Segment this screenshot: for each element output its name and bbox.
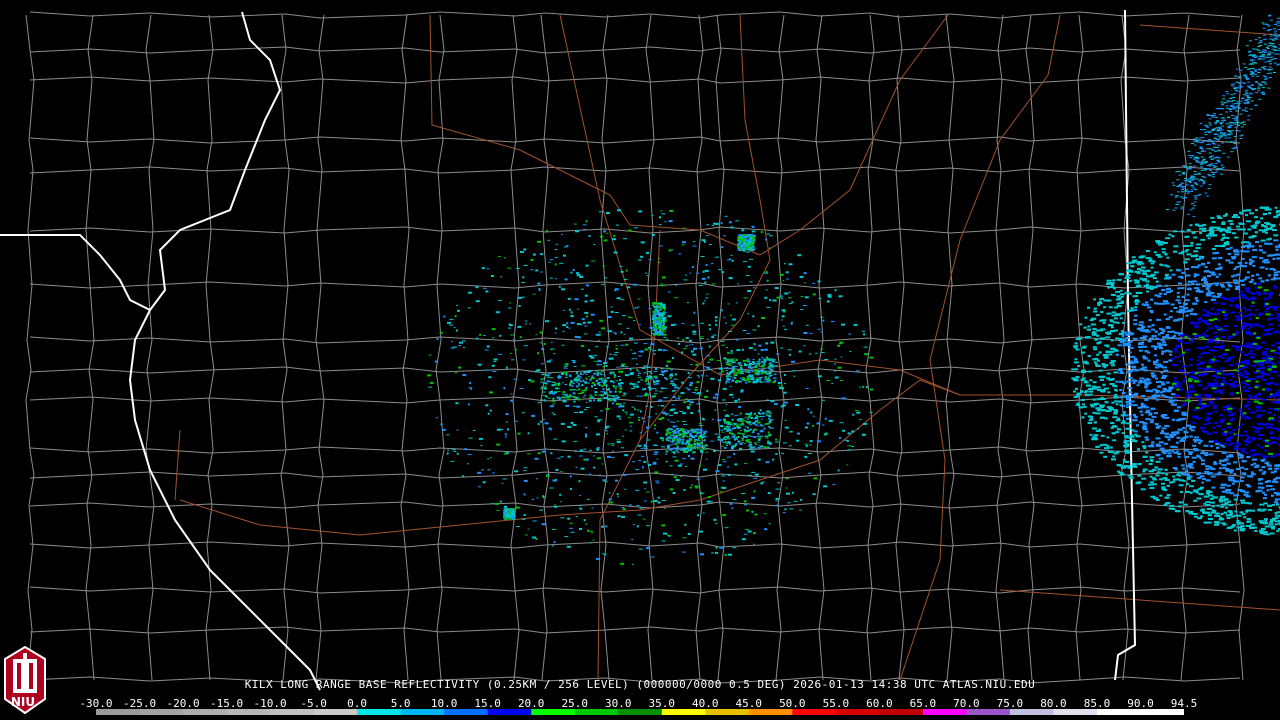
scale-swatch [400,709,445,715]
scale-swatch [879,709,924,715]
scale-swatch [96,709,141,715]
scale-swatch [966,709,1011,715]
radar-map [0,9,1280,691]
color-scale-labels: -30.0 -25.0 -20.0 -15.0 -10.0 -5.0 0.0 5.0 10.0 1… [79,697,1197,710]
state-boundaries [0,9,1137,691]
scale-swatch [1053,709,1098,715]
scale-swatch [661,709,706,715]
scale-swatch [835,709,880,715]
scale-swatch [444,709,489,715]
scale-swatch [313,709,358,715]
scale-swatch [357,709,402,715]
scale-swatch [748,709,793,715]
scale-swatch [183,709,228,715]
county-boundaries [25,11,1245,684]
scale-swatch [922,709,967,715]
logo-text: NIU [10,695,36,709]
scale-swatch [1096,709,1141,715]
scale-swatch [705,709,750,715]
scale-swatch [531,709,576,715]
scale-swatch [139,709,184,715]
scale-swatch [1009,709,1054,715]
scale-swatch [618,709,663,715]
scale-swatch [487,709,532,715]
scale-swatch [1140,709,1184,715]
color-scale-bar [96,709,1184,715]
scale-swatch [226,709,271,715]
scale-swatch [270,709,315,715]
scale-swatch [574,709,619,715]
scale-swatch [792,709,837,715]
product-caption: KILX LONG RANGE BASE REFLECTIVITY (0.25K… [244,678,1036,691]
reflectivity-echoes [427,14,1280,565]
